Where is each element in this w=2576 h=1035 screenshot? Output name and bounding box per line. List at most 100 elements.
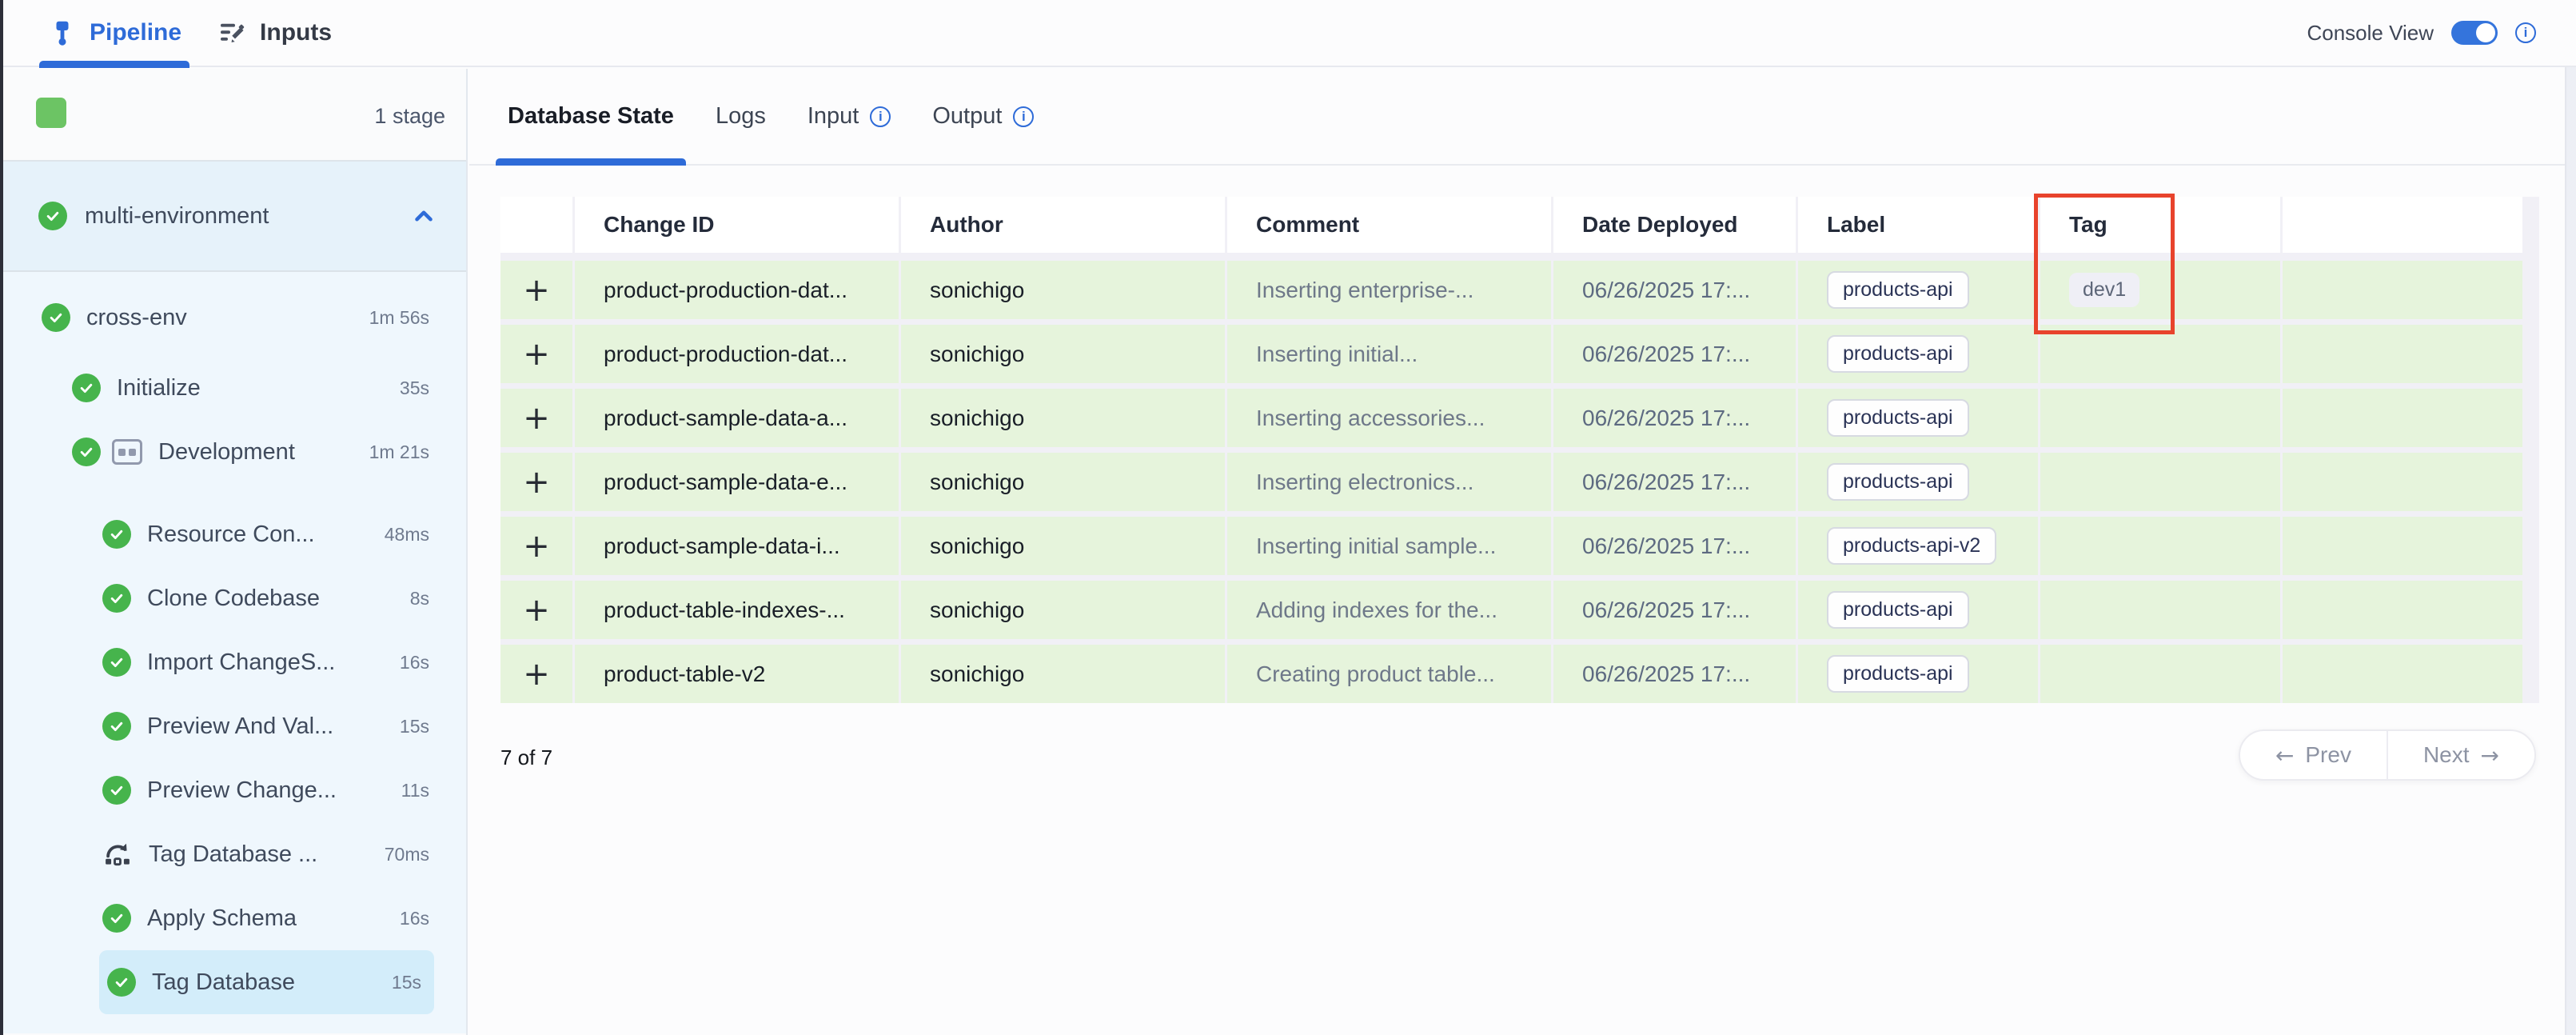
console-view-toggle[interactable] bbox=[2451, 21, 2498, 45]
cell-label: products-api bbox=[1798, 325, 2038, 383]
prev-label: Prev bbox=[2305, 742, 2351, 768]
step-detail-panel: Database State Logs Input i Output i Cha… bbox=[469, 69, 2565, 1035]
cell-spacer bbox=[2283, 517, 2522, 575]
cell-author: sonichigo bbox=[901, 517, 1225, 575]
vertical-scrollbar[interactable] bbox=[2565, 67, 2576, 1035]
expand-row-button[interactable]: + bbox=[523, 338, 550, 370]
cell-comment: Inserting enterprise-... bbox=[1227, 261, 1551, 319]
tree-item-initialize[interactable]: Initialize 35s bbox=[3, 356, 466, 420]
tab-output[interactable]: Output i bbox=[932, 103, 1034, 130]
expand-row-button[interactable]: + bbox=[523, 402, 550, 434]
cell-tag bbox=[2040, 517, 2280, 575]
cell-author: sonichigo bbox=[901, 389, 1225, 447]
inputs-icon bbox=[218, 18, 247, 47]
next-button[interactable]: Next → bbox=[2387, 731, 2534, 779]
tree-item-resource-constraint[interactable]: Resource Con... 48ms bbox=[3, 502, 466, 566]
header-date-deployed: Date Deployed bbox=[1553, 197, 1796, 253]
tree-item-label: Preview And Val... bbox=[147, 713, 333, 740]
execution-tree: cross-env 1m 56s Initialize 35s Developm… bbox=[3, 272, 466, 1033]
label-badge: products-api bbox=[1827, 591, 1969, 629]
tab-input[interactable]: Input i bbox=[807, 103, 891, 130]
pipeline-sidebar: 1 stage multi-environment cross-env 1m 5… bbox=[3, 69, 468, 1035]
active-tab-underline bbox=[39, 61, 189, 68]
table-row-expand-cell: + bbox=[500, 325, 572, 383]
tree-item-label: Import ChangeS... bbox=[147, 649, 335, 676]
tree-item-cross-env[interactable]: cross-env 1m 56s bbox=[3, 286, 466, 350]
tree-item-duration: 1m 56s bbox=[369, 307, 429, 329]
tree-item-duration: 70ms bbox=[385, 844, 429, 865]
input-info-icon[interactable]: i bbox=[870, 106, 891, 127]
cell-change-id: product-sample-data-a... bbox=[575, 389, 899, 447]
tree-item-label: Initialize bbox=[117, 375, 201, 402]
prev-button[interactable]: ← Prev bbox=[2240, 731, 2387, 779]
success-check-icon bbox=[72, 374, 101, 402]
tree-item-preview-changes[interactable]: Preview Change... 11s bbox=[3, 758, 466, 822]
tree-item-label: Preview Change... bbox=[147, 777, 337, 804]
tag-badge: dev1 bbox=[2069, 273, 2139, 307]
cell-comment: Inserting accessories... bbox=[1227, 389, 1551, 447]
header-tag: Tag bbox=[2040, 197, 2280, 253]
cell-spacer bbox=[2283, 581, 2522, 639]
cell-spacer bbox=[2283, 325, 2522, 383]
success-check-icon bbox=[102, 904, 131, 933]
tab-label: Database State bbox=[508, 103, 674, 130]
cell-label: products-api-v2 bbox=[1798, 517, 2038, 575]
cell-label: products-api bbox=[1798, 581, 2038, 639]
success-check-icon bbox=[42, 303, 70, 332]
table-row-expand-cell: + bbox=[500, 389, 572, 447]
tab-label: Input bbox=[807, 103, 859, 130]
tab-database-state[interactable]: Database State bbox=[508, 103, 674, 130]
expand-row-button[interactable]: + bbox=[523, 274, 550, 306]
tree-item-import-changesets[interactable]: Import ChangeS... 16s bbox=[3, 630, 466, 694]
cell-spacer bbox=[2283, 389, 2522, 447]
cell-comment: Adding indexes for the... bbox=[1227, 581, 1551, 639]
chevron-up-icon[interactable] bbox=[410, 202, 437, 230]
header-comment: Comment bbox=[1227, 197, 1551, 253]
tree-item-label: Resource Con... bbox=[147, 521, 315, 548]
stage-count: 1 stage bbox=[374, 104, 445, 129]
console-view-info-icon[interactable]: i bbox=[2515, 22, 2536, 43]
success-check-icon bbox=[102, 584, 131, 613]
tree-item-duration: 15s bbox=[400, 716, 429, 737]
header-expand bbox=[500, 197, 572, 253]
tree-item-development[interactable]: Development 1m 21s bbox=[3, 420, 466, 484]
cell-change-id: product-production-dat... bbox=[575, 261, 899, 319]
cell-spacer bbox=[2283, 453, 2522, 511]
expand-row-button[interactable]: + bbox=[523, 530, 550, 562]
cell-tag bbox=[2040, 325, 2280, 383]
tree-item-tag-database-selected[interactable]: Tag Database 15s bbox=[99, 950, 434, 1014]
console-view-label: Console View bbox=[2307, 21, 2434, 46]
stage-group-label: multi-environment bbox=[85, 203, 269, 230]
expand-row-button[interactable]: + bbox=[523, 466, 550, 498]
success-check-icon bbox=[72, 438, 101, 466]
tree-item-duration: 15s bbox=[392, 972, 421, 993]
tree-item-duration: 16s bbox=[400, 908, 429, 929]
label-badge: products-api bbox=[1827, 335, 1969, 373]
next-label: Next bbox=[2423, 742, 2470, 768]
cell-date-deployed: 06/26/2025 17:... bbox=[1553, 389, 1796, 447]
cell-date-deployed: 06/26/2025 17:... bbox=[1553, 517, 1796, 575]
output-info-icon[interactable]: i bbox=[1013, 106, 1034, 127]
cell-tag bbox=[2040, 389, 2280, 447]
cell-tag: dev1 bbox=[2040, 261, 2280, 319]
tree-item-clone-codebase[interactable]: Clone Codebase 8s bbox=[3, 566, 466, 630]
tab-inputs[interactable]: Inputs bbox=[218, 0, 332, 66]
tree-item-label: Development bbox=[158, 439, 295, 466]
expand-row-button[interactable]: + bbox=[523, 594, 550, 626]
tree-item-tag-database-rollback[interactable]: Tag Database ... 70ms bbox=[3, 822, 466, 886]
tree-item-preview-and-validate[interactable]: Preview And Val... 15s bbox=[3, 694, 466, 758]
stage-summary: 1 stage bbox=[3, 69, 466, 160]
tab-pipeline[interactable]: Pipeline bbox=[48, 0, 191, 66]
expand-row-button[interactable]: + bbox=[523, 658, 550, 690]
tab-label: Logs bbox=[716, 103, 766, 130]
stage-status-square[interactable] bbox=[36, 98, 66, 128]
table-row-expand-cell: + bbox=[500, 453, 572, 511]
cell-comment: Creating product table... bbox=[1227, 645, 1551, 703]
database-state-table: Change ID Author Comment Date Deployed L… bbox=[500, 197, 2539, 703]
tree-item-apply-schema[interactable]: Apply Schema 16s bbox=[3, 886, 466, 950]
tree-item-duration: 16s bbox=[400, 652, 429, 673]
cell-date-deployed: 06/26/2025 17:... bbox=[1553, 325, 1796, 383]
stage-group-multi-environment[interactable]: multi-environment bbox=[3, 160, 466, 272]
tab-logs[interactable]: Logs bbox=[716, 103, 766, 130]
rollback-icon bbox=[102, 839, 133, 869]
